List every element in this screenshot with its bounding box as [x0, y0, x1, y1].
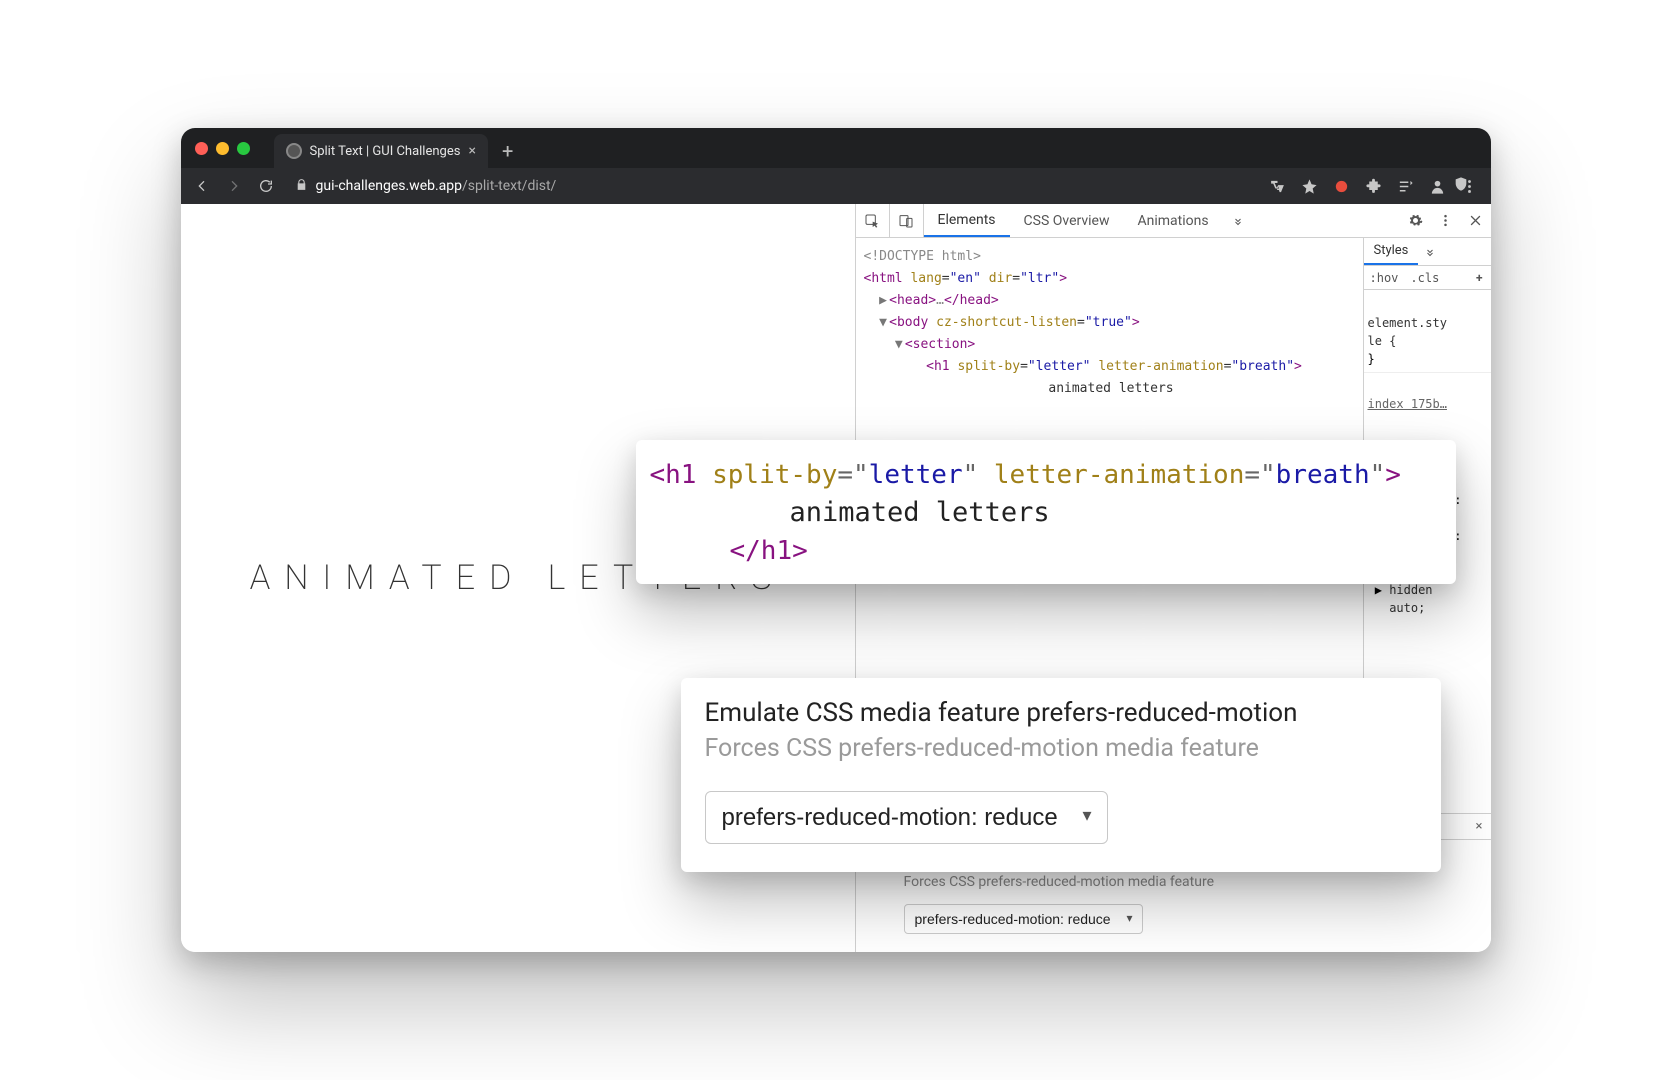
- element-style-selector: element.sty le {: [1368, 316, 1447, 348]
- overlay-render-title: Emulate CSS media feature prefers-reduce…: [705, 698, 1417, 728]
- hov-toggle[interactable]: :hov: [1364, 271, 1405, 285]
- devtools-close-icon[interactable]: [1461, 204, 1491, 237]
- browser-window: Split Text | GUI Challenges × + gui-chal…: [181, 128, 1491, 952]
- close-tab-icon[interactable]: ×: [468, 143, 475, 159]
- tab-favicon: [286, 143, 302, 159]
- fullscreen-window-button[interactable]: [237, 142, 250, 155]
- overlay-render-sub: Forces CSS prefers-reduced-motion media …: [705, 734, 1417, 763]
- inspect-element-icon[interactable]: [856, 204, 890, 237]
- profile-avatar[interactable]: [1427, 178, 1449, 195]
- tab-title: Split Text | GUI Challenges: [310, 144, 461, 159]
- bookmark-icon[interactable]: [1299, 178, 1321, 195]
- styles-filter-row: :hov .cls +: [1364, 266, 1491, 290]
- new-tab-button[interactable]: +: [496, 134, 519, 168]
- drawer-subtitle: Forces CSS prefers-reduced-motion media …: [904, 874, 1443, 890]
- tab-elements[interactable]: Elements: [924, 204, 1010, 237]
- reading-list-icon[interactable]: [1395, 178, 1417, 195]
- overlay-h1-text: animated letters: [650, 494, 1442, 532]
- url-path: /split-text/dist/: [462, 178, 556, 194]
- overlay-code-snippet: <h1 split-by="letter" letter-animation="…: [636, 440, 1456, 584]
- dom-doctype: <!DOCTYPE html>: [864, 249, 981, 264]
- devtools-tabbar: Elements CSS Overview Animations: [856, 204, 1491, 238]
- styles-more-chevron-icon[interactable]: [1418, 238, 1442, 265]
- browser-toolbar: gui-challenges.web.app/split-text/dist/: [181, 168, 1491, 204]
- cls-toggle[interactable]: .cls: [1404, 271, 1445, 285]
- overlay-prefers-reduced-motion-select[interactable]: prefers-reduced-motion: reduce: [705, 791, 1108, 844]
- more-tabs-chevron-icon[interactable]: [1223, 204, 1253, 237]
- tab-css-overview[interactable]: CSS Overview: [1010, 204, 1124, 237]
- window-controls: [195, 128, 266, 168]
- tab-animations[interactable]: Animations: [1124, 204, 1223, 237]
- dom-h1-text: animated letters: [864, 378, 1359, 400]
- styles-tabbar: Styles: [1364, 238, 1491, 266]
- close-window-button[interactable]: [195, 142, 208, 155]
- overlay-h1-close: </h1>: [730, 536, 808, 566]
- lock-icon: [295, 178, 308, 195]
- extension-icon[interactable]: [1331, 178, 1353, 195]
- stylesheet-link[interactable]: index 175b…: [1368, 397, 1447, 411]
- back-button[interactable]: [191, 178, 213, 194]
- new-style-rule-button[interactable]: +: [1468, 271, 1491, 285]
- browser-tab[interactable]: Split Text | GUI Challenges ×: [274, 134, 488, 168]
- devtools-menu-icon[interactable]: [1431, 204, 1461, 237]
- tab-styles[interactable]: Styles: [1364, 238, 1419, 265]
- url-host: gui-challenges.web.app: [316, 178, 463, 194]
- devtools-settings-icon[interactable]: [1401, 204, 1431, 237]
- minimize-window-button[interactable]: [216, 142, 229, 155]
- shield-icon[interactable]: [1453, 176, 1469, 192]
- tab-strip: Split Text | GUI Challenges × +: [181, 128, 1491, 168]
- prefers-reduced-motion-select[interactable]: prefers-reduced-motion: reduce: [904, 904, 1143, 934]
- reload-button[interactable]: [255, 178, 277, 194]
- translate-icon[interactable]: [1267, 178, 1289, 195]
- extensions-puzzle-icon[interactable]: [1363, 178, 1385, 195]
- address-bar[interactable]: gui-challenges.web.app/split-text/dist/: [287, 178, 1257, 195]
- device-toggle-icon[interactable]: [890, 204, 924, 237]
- overlay-rendering-drawer: Emulate CSS media feature prefers-reduce…: [681, 678, 1441, 872]
- forward-button[interactable]: [223, 178, 245, 194]
